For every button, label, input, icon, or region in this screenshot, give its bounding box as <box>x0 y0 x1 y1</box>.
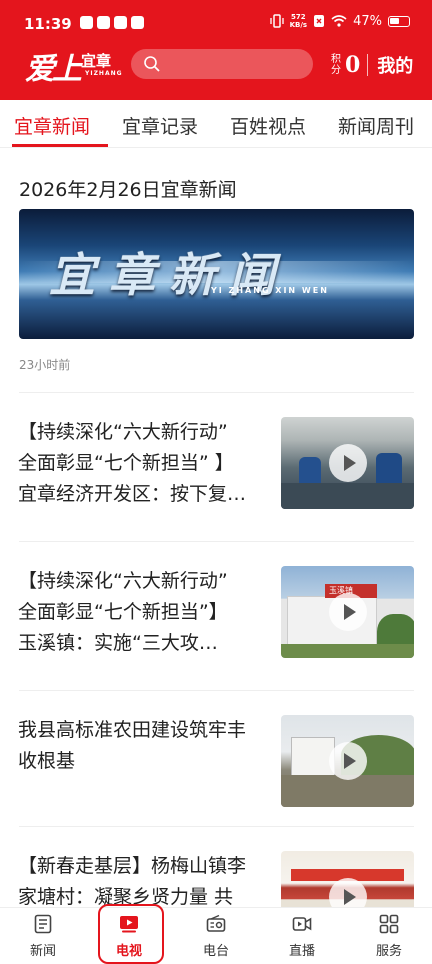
status-bar: 11:39 572 KB/s 47% <box>0 0 432 46</box>
item-title-line: 【持续深化“六大新行动” <box>18 421 228 443</box>
featured-title[interactable]: 2026年2月26日宜章新闻 <box>19 175 237 202</box>
radio-icon <box>206 914 226 932</box>
logo-name: 宜章 <box>81 52 112 70</box>
header-divider <box>367 54 369 76</box>
item-title-line: 我县高标准农田建设筑牢丰 <box>18 719 247 741</box>
thumbnail-subtitle: YI ZHANG XIN WEN <box>211 286 329 295</box>
vibrate-icon <box>269 14 284 28</box>
notification-icon <box>80 16 93 29</box>
nav-services[interactable]: 服务 <box>346 908 432 964</box>
points-area[interactable]: 积分 0 我的 <box>331 52 413 78</box>
sim-x-icon <box>314 15 325 27</box>
item-title[interactable]: 【持续深化“六大新行动” 全面彰显“七个新担当” 】 宜章经济开发区：按下复… <box>18 417 270 510</box>
nav-news[interactable]: 新闻 <box>0 908 86 964</box>
bottom-navigation: 新闻 电视 电台 直播 服务 <box>0 907 432 964</box>
list-item[interactable]: 【新春走基层】杨梅山镇李 家塘村：凝聚乡贤力量 共 <box>0 851 432 907</box>
category-tabs: 宜章新闻 宜章记录 百姓视点 新闻周刊 <box>0 100 432 148</box>
thumbnail-title: 宜章新闻 <box>49 248 289 302</box>
item-title-line: 全面彰显“七个新担当”】 <box>18 601 228 623</box>
top-bar: 爱上 宜章 YIZHANG 积分 0 我的 <box>0 44 432 100</box>
live-video-icon <box>292 917 312 931</box>
item-thumbnail[interactable] <box>281 715 414 807</box>
list-item[interactable]: 【持续深化“六大新行动” 全面彰显“七个新担当”】 玉溪镇：实施“三大攻… 玉溪… <box>0 566 432 696</box>
nav-label: 新闻 <box>29 944 56 959</box>
thumb-bench <box>281 483 414 509</box>
play-icon[interactable] <box>329 444 367 482</box>
item-title-line: 【新春走基层】杨梅山镇李 <box>18 855 247 877</box>
notification-icons <box>80 16 144 29</box>
points-label: 积分 <box>331 54 341 76</box>
battery-percent: 47% <box>353 13 382 29</box>
mine-button[interactable]: 我的 <box>377 52 413 78</box>
tab-people-view[interactable]: 百姓视点 <box>230 112 306 139</box>
search-input[interactable] <box>131 49 313 79</box>
item-thumbnail[interactable] <box>281 851 414 907</box>
play-icon[interactable] <box>329 878 367 907</box>
divider <box>19 690 414 691</box>
logo-script: 爱上 <box>25 52 82 87</box>
play-icon[interactable] <box>329 742 367 780</box>
item-title-line: 收根基 <box>18 750 76 772</box>
nav-label: 服务 <box>375 944 402 959</box>
thumb-grass <box>281 644 414 658</box>
item-title[interactable]: 【持续深化“六大新行动” 全面彰显“七个新担当”】 玉溪镇：实施“三大攻… <box>18 566 270 659</box>
active-nav-highlight <box>98 904 164 964</box>
item-title-line: 【持续深化“六大新行动” <box>18 570 228 592</box>
item-thumbnail[interactable]: 玉溪镇 <box>281 566 414 658</box>
net-speed: 572 KB/s <box>290 13 307 29</box>
search-icon <box>144 56 160 72</box>
status-time: 11:39 <box>24 15 72 33</box>
divider <box>19 826 414 827</box>
message-icon <box>114 16 127 29</box>
item-title-line: 宜章经济开发区：按下复… <box>18 483 247 505</box>
play-app-icon <box>131 16 144 29</box>
news-icon <box>34 914 52 934</box>
logo-en: YIZHANG <box>85 70 123 77</box>
app-logo: 爱上 宜章 YIZHANG <box>25 44 123 87</box>
active-tab-indicator <box>12 144 108 147</box>
points-value: 0 <box>345 52 361 78</box>
list-item[interactable]: 【持续深化“六大新行动” 全面彰显“七个新担当” 】 宜章经济开发区：按下复… <box>0 417 432 547</box>
item-title-line: 玉溪镇：实施“三大攻… <box>18 632 218 654</box>
tab-yizhang-news[interactable]: 宜章新闻 <box>14 112 90 139</box>
status-right: 572 KB/s 47% <box>269 13 410 29</box>
item-thumbnail[interactable] <box>281 417 414 509</box>
net-speed-value: 572 <box>291 13 306 21</box>
divider <box>19 541 414 542</box>
nav-label: 直播 <box>288 944 315 959</box>
tab-news-weekly[interactable]: 新闻周刊 <box>338 112 414 139</box>
divider <box>19 392 414 393</box>
nav-label: 电台 <box>202 944 229 959</box>
nav-live[interactable]: 直播 <box>259 908 345 964</box>
item-title[interactable]: 我县高标准农田建设筑牢丰 收根基 <box>18 715 270 777</box>
play-icon[interactable] <box>329 593 367 631</box>
wifi-icon <box>331 15 347 27</box>
tab-yizhang-records[interactable]: 宜章记录 <box>122 112 198 139</box>
featured-timestamp: 23小时前 <box>19 358 71 372</box>
net-speed-unit: KB/s <box>289 21 308 29</box>
nav-radio[interactable]: 电台 <box>173 908 259 964</box>
news-feed[interactable]: 2026年2月26日宜章新闻 宜章新闻 YI ZHANG XIN WEN 23小… <box>0 149 432 907</box>
featured-thumbnail[interactable]: 宜章新闻 YI ZHANG XIN WEN <box>19 209 414 339</box>
grid-services-icon <box>379 914 399 934</box>
item-title[interactable]: 【新春走基层】杨梅山镇李 家塘村：凝聚乡贤力量 共 <box>18 851 270 907</box>
battery-icon <box>388 15 410 27</box>
item-title-line: 全面彰显“七个新担当” 】 <box>18 452 234 474</box>
app-header: 11:39 572 KB/s 47% 爱上 宜章 YIZHANG 积分 0 我的 <box>0 0 432 100</box>
mail-icon <box>97 16 110 29</box>
